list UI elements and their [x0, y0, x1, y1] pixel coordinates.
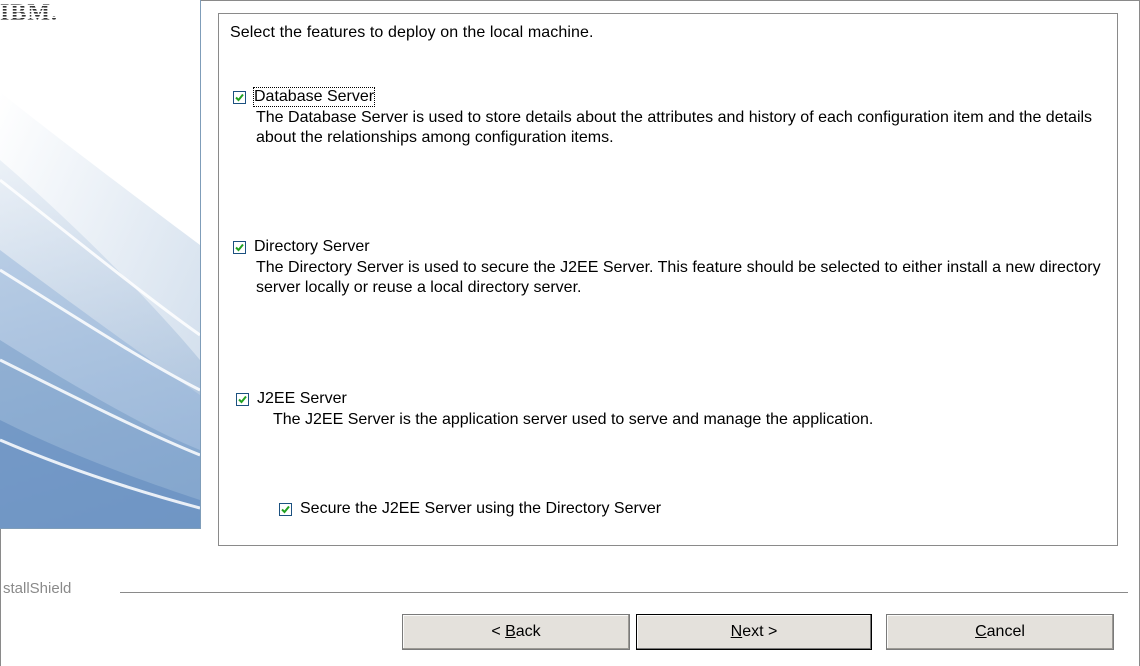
database-server-label[interactable]: Database Server	[252, 87, 376, 107]
directory-server-description: The Directory Server is used to secure t…	[256, 259, 1101, 296]
sidebar-swoosh-graphic	[0, 0, 200, 528]
back-button-rest: ack	[515, 623, 541, 640]
feature-directory-server: Directory Server The Directory Server is…	[233, 238, 1103, 298]
feature-selection-panel: Select the features to deploy on the loc…	[218, 13, 1118, 546]
secure-j2ee-label[interactable]: Secure the J2EE Server using the Directo…	[300, 500, 661, 518]
back-button-prefix: <	[491, 623, 506, 640]
back-button-mnemonic: B	[505, 623, 516, 640]
checkmark-icon	[235, 243, 244, 251]
feature-j2ee-server: J2EE Server The J2EE Server is the appli…	[233, 390, 1103, 430]
back-button[interactable]: < Back	[402, 614, 630, 650]
directory-server-label[interactable]: Directory Server	[254, 238, 370, 256]
next-button[interactable]: Next >	[636, 614, 872, 650]
database-server-checkbox[interactable]	[233, 90, 246, 104]
sub-option-secure-j2ee: Secure the J2EE Server using the Directo…	[279, 500, 1140, 518]
database-server-description: The Database Server is used to store det…	[256, 109, 1093, 146]
j2ee-server-label[interactable]: J2EE Server	[257, 390, 347, 408]
installshield-label: stallShield	[3, 580, 72, 597]
ibm-logo: IBM.	[0, 0, 58, 24]
ibm-logo-text: IBM.	[0, 0, 58, 24]
instruction-text: Select the features to deploy on the loc…	[230, 24, 594, 41]
secure-j2ee-checkbox[interactable]	[279, 502, 292, 516]
checkmark-icon	[235, 93, 244, 101]
cancel-button-mnemonic: C	[975, 623, 987, 640]
directory-server-checkbox[interactable]	[233, 240, 246, 254]
j2ee-server-description: The J2EE Server is the application serve…	[273, 411, 874, 428]
checkmark-icon	[281, 505, 290, 513]
next-button-mnemonic: N	[730, 623, 743, 640]
feature-database-server: Database Server The Database Server is u…	[233, 87, 1103, 148]
next-button-rest: ext >	[742, 623, 778, 640]
cancel-button[interactable]: Cancel	[886, 614, 1114, 650]
checkmark-icon	[238, 395, 247, 403]
installshield-separator	[120, 592, 1128, 593]
installer-sidebar: IBM.	[0, 0, 201, 529]
j2ee-server-checkbox[interactable]	[236, 392, 249, 406]
cancel-button-rest: ancel	[986, 623, 1025, 640]
